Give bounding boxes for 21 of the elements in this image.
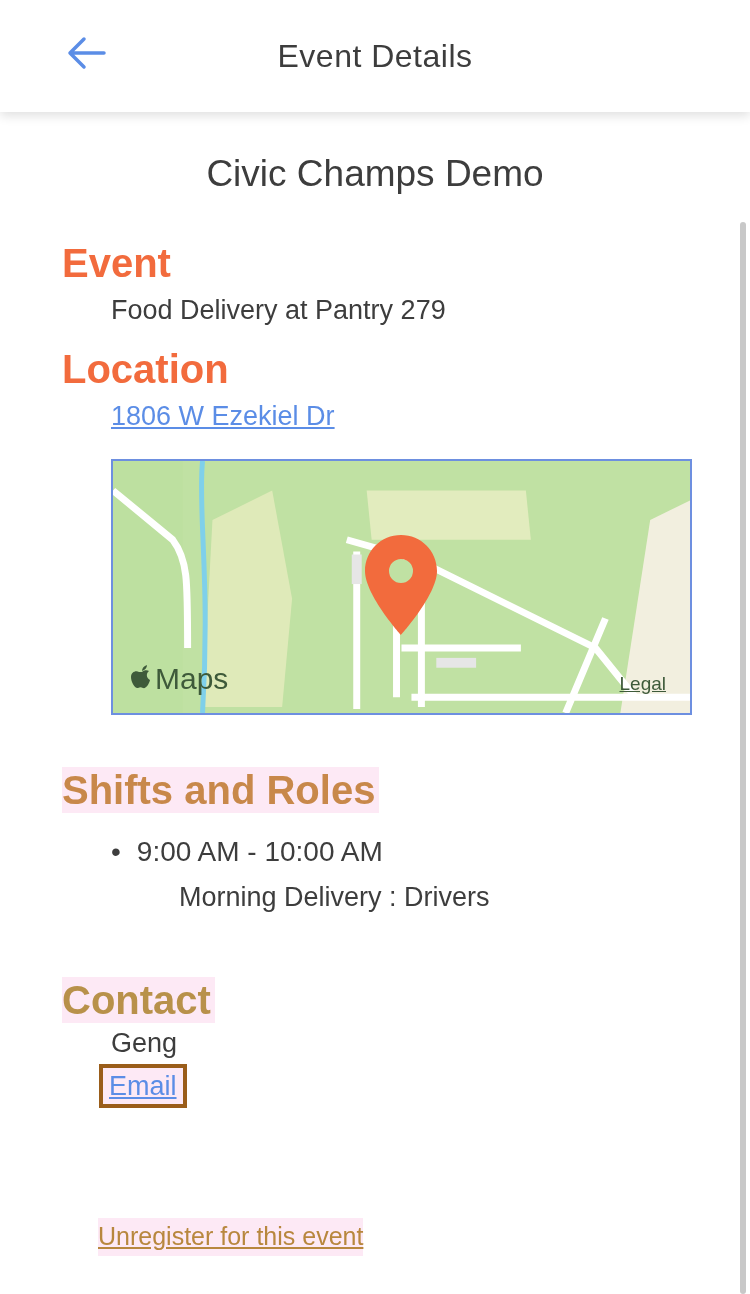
section-heading: Location	[62, 346, 230, 392]
address-link[interactable]: 1806 W Ezekiel Dr	[111, 401, 335, 431]
email-link[interactable]: Email	[99, 1063, 187, 1108]
location-pin-icon	[365, 534, 437, 635]
section-heading: Shifts and Roles	[62, 766, 380, 813]
shift-time: 9:00 AM - 10:00 AM	[136, 834, 383, 869]
scrollbar[interactable]	[740, 222, 746, 1294]
back-button[interactable]	[66, 36, 106, 70]
back-arrow-icon	[66, 36, 106, 70]
legal-link[interactable]: Legal	[619, 670, 666, 699]
apple-logo-icon	[131, 665, 153, 691]
page-title: Event Details	[277, 37, 473, 76]
section-heading: Event	[62, 239, 172, 286]
contact-name: Geng	[110, 1027, 179, 1060]
section-heading: Contact	[62, 977, 215, 1023]
event-name: Food Delivery at Pantry 279	[110, 293, 447, 327]
shift-roles: Morning Delivery : Drivers	[178, 880, 491, 914]
event-title: Civic Champs Demo	[205, 152, 545, 196]
bullet: •	[111, 834, 121, 869]
map-attribution: Maps	[155, 660, 229, 697]
unregister-link[interactable]: Unregister for this event	[98, 1218, 364, 1256]
